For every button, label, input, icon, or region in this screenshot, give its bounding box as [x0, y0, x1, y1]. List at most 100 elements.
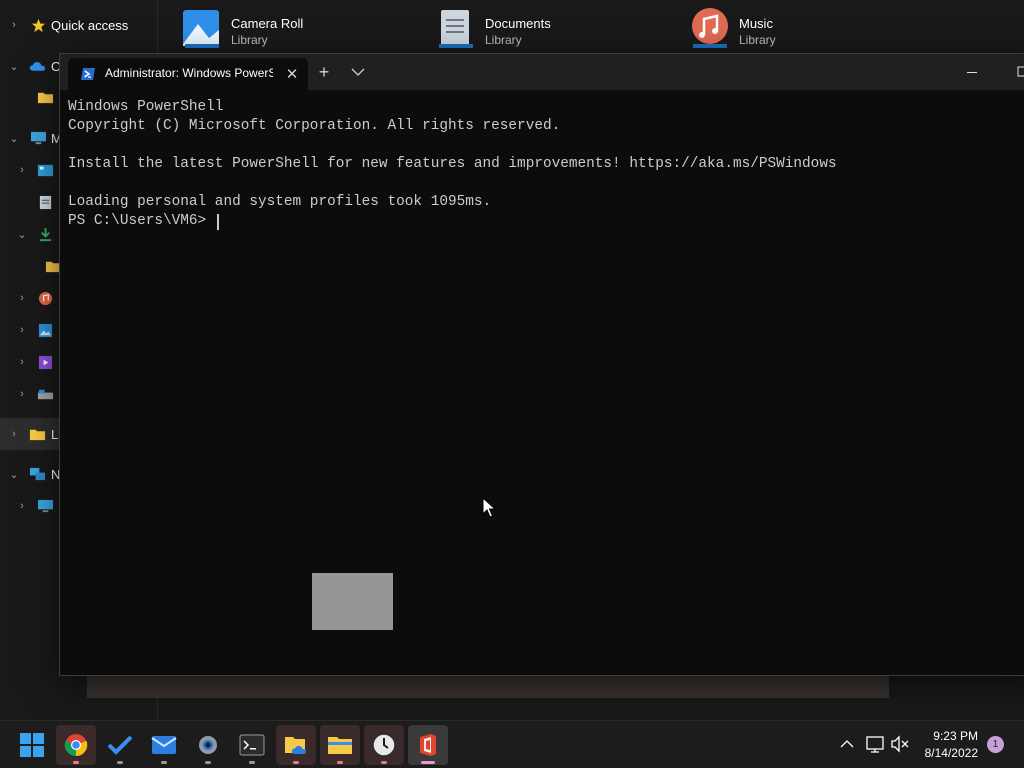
powershell-icon	[81, 68, 95, 80]
taskbar-mail[interactable]	[144, 725, 184, 765]
library-name: Camera Roll	[231, 16, 304, 31]
notification-badge[interactable]: 1	[987, 736, 1004, 753]
music-library-icon	[692, 8, 728, 48]
taskbar-settings[interactable]	[188, 725, 228, 765]
mail-icon	[151, 736, 177, 754]
tab-title: Administrator: Windows PowerShell	[105, 66, 273, 80]
chevron-right-icon[interactable]: ›	[16, 292, 28, 304]
todo-checkmark-icon	[107, 735, 133, 755]
chevron-down-icon[interactable]: ⌄	[8, 468, 20, 481]
volume-muted-icon[interactable]	[890, 735, 910, 753]
chrome-icon	[64, 734, 88, 757]
output-line: Install the latest PowerShell for new fe…	[68, 156, 837, 172]
taskbar-terminal[interactable]	[232, 725, 272, 765]
drive-icon	[37, 389, 54, 399]
desktop-icon	[37, 164, 54, 176]
running-indicator	[117, 761, 123, 764]
document-icon	[39, 195, 52, 209]
taskbar-chrome[interactable]	[56, 725, 96, 765]
library-name: Music	[739, 16, 773, 31]
running-indicator	[381, 761, 387, 764]
taskbar-todo[interactable]	[100, 725, 140, 765]
file-explorer-icon	[328, 737, 352, 754]
pictures-icon	[38, 323, 53, 337]
chevron-down-icon[interactable]	[348, 62, 368, 82]
onedrive-explorer-icon	[285, 737, 306, 754]
tab-powershell[interactable]: Administrator: Windows PowerShell ✕	[68, 58, 308, 90]
output-line: Windows PowerShell	[68, 99, 224, 115]
chevron-down-icon[interactable]: ⌄	[8, 60, 20, 73]
mouse-pointer-icon	[482, 497, 496, 518]
chevron-right-icon[interactable]: ›	[16, 500, 28, 512]
nav-label-quick-access: Quick access	[51, 17, 129, 33]
folder-icon	[37, 92, 54, 103]
desktop-screen: › Quick access ⌄ O ⌄ M › ⌄ › › › › › Li …	[0, 0, 1024, 768]
download-icon	[39, 227, 52, 241]
output-line: Loading personal and system profiles too…	[68, 194, 492, 210]
star-icon	[31, 18, 46, 32]
clock-icon	[372, 733, 396, 757]
chevron-right-icon[interactable]: ›	[16, 356, 28, 368]
library-item-music[interactable]: Music Library	[689, 6, 889, 52]
office-icon	[420, 734, 436, 756]
videos-icon	[38, 355, 53, 369]
library-type: Library	[739, 33, 776, 47]
prompt-line[interactable]: PS C:\Users\VM6>	[68, 212, 1024, 231]
chevron-right-icon[interactable]: ›	[16, 164, 28, 176]
chevron-right-icon[interactable]: ›	[8, 19, 20, 31]
active-indicator	[421, 761, 435, 764]
network-icon	[30, 467, 45, 480]
chevron-down-icon[interactable]: ⌄	[8, 132, 20, 145]
background-image-strip	[87, 676, 889, 698]
running-indicator	[73, 761, 79, 764]
camera-roll-icon	[183, 10, 219, 48]
taskbar-explorer-onedrive[interactable]	[276, 725, 316, 765]
gray-rectangle	[312, 573, 393, 630]
library-type: Library	[231, 33, 268, 47]
chevron-right-icon[interactable]: ›	[16, 324, 28, 336]
output-line: Copyright (C) Microsoft Corporation. All…	[68, 118, 561, 134]
terminal-output[interactable]: Windows PowerShell Copyright (C) Microso…	[68, 98, 1024, 658]
libraries-folder-icon	[29, 429, 46, 440]
start-button[interactable]	[12, 725, 52, 765]
computer-icon	[38, 499, 53, 512]
clock-date[interactable]: 8/14/2022	[918, 746, 978, 760]
taskbar-file-explorer[interactable]	[320, 725, 360, 765]
chevron-right-icon[interactable]: ›	[16, 388, 28, 400]
nav-item-quick-access[interactable]: › Quick access	[0, 9, 158, 41]
chevron-down-icon[interactable]: ⌄	[16, 228, 28, 241]
chevron-right-icon[interactable]: ›	[8, 428, 20, 440]
display-icon[interactable]	[866, 735, 886, 753]
running-indicator	[293, 761, 299, 764]
running-indicator	[205, 761, 211, 764]
running-indicator	[337, 761, 343, 764]
text-cursor	[216, 214, 219, 230]
computer-icon	[31, 131, 46, 144]
clock-time[interactable]: 9:23 PM	[918, 729, 978, 743]
libraries-content: Camera Roll Library Documents Library Mu…	[159, 0, 1024, 52]
taskbar-clock-app[interactable]	[364, 725, 404, 765]
running-indicator	[249, 761, 255, 764]
library-type: Library	[485, 33, 522, 47]
settings-gear-icon	[199, 736, 217, 754]
close-tab-icon[interactable]: ✕	[282, 64, 302, 84]
maximize-icon[interactable]	[1010, 64, 1024, 80]
taskbar-office[interactable]	[408, 725, 448, 765]
chevron-up-icon[interactable]	[838, 735, 856, 753]
new-tab-button[interactable]: +	[314, 62, 334, 82]
documents-library-icon	[439, 10, 473, 48]
prompt-text: PS C:\Users\VM6>	[68, 213, 215, 229]
minimize-icon[interactable]	[960, 64, 984, 80]
onedrive-cloud-icon	[29, 61, 46, 71]
terminal-titlebar[interactable]: Administrator: Windows PowerShell ✕ +	[60, 54, 1024, 90]
music-icon	[38, 291, 53, 305]
terminal-window[interactable]: Administrator: Windows PowerShell ✕ + Wi…	[59, 53, 1024, 676]
library-item-documents[interactable]: Documents Library	[435, 6, 635, 52]
terminal-icon	[239, 734, 265, 756]
taskbar: 9:23 PM 8/14/2022 1	[0, 720, 1024, 768]
running-indicator	[161, 761, 167, 764]
library-name: Documents	[485, 16, 551, 31]
library-item-camera-roll[interactable]: Camera Roll Library	[181, 6, 381, 52]
